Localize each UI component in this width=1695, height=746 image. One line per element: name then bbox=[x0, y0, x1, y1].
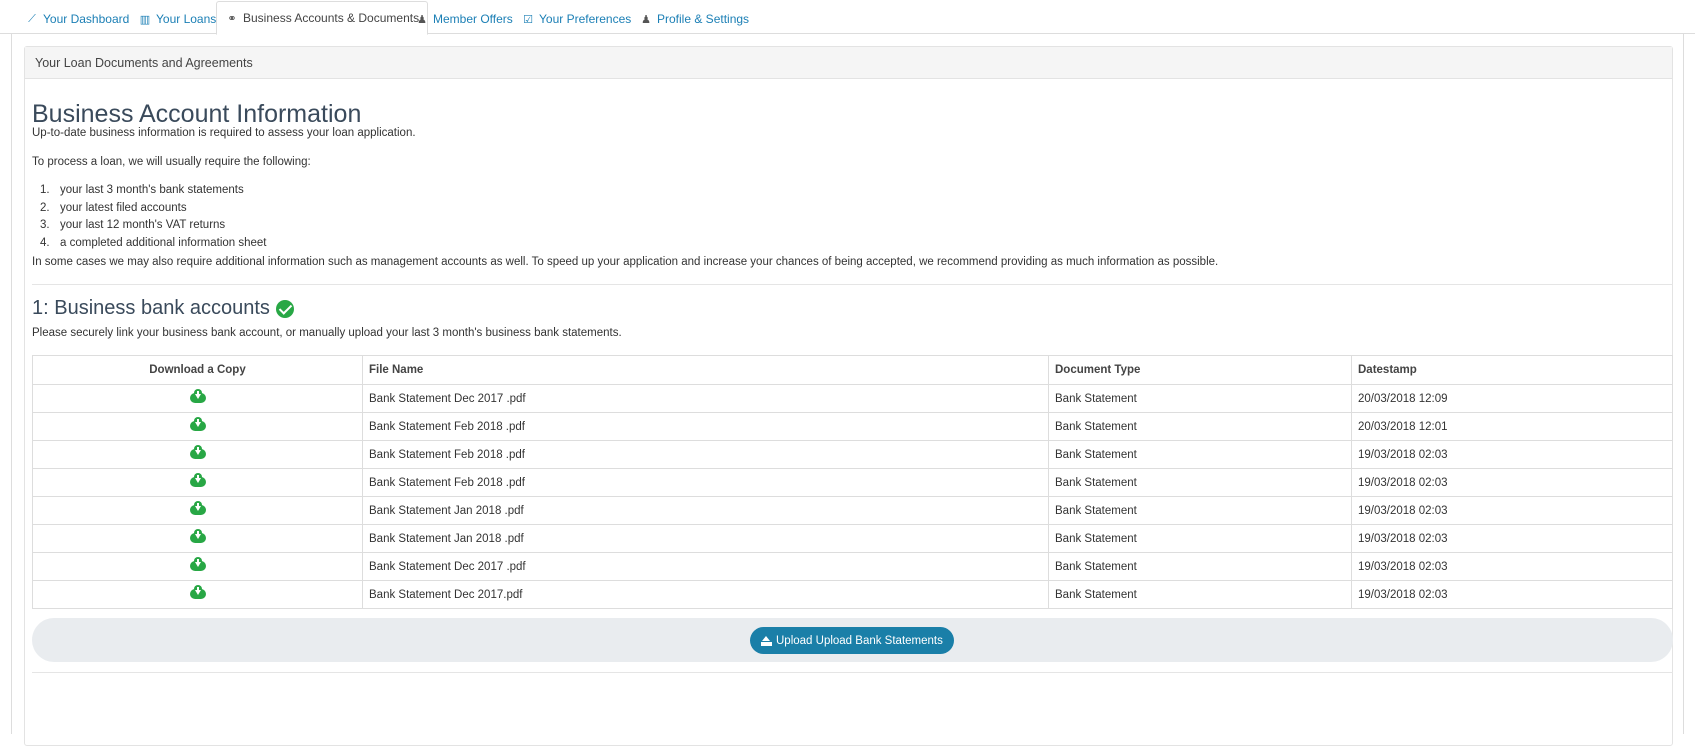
datestamp: 20/03/2018 12:09 bbox=[1351, 384, 1673, 413]
table-row: Bank Statement Feb 2018 .pdf Bank Stateme… bbox=[32, 468, 1673, 497]
cloud-download-icon[interactable] bbox=[189, 389, 206, 403]
additional-info-text: In some cases we may also require additi… bbox=[32, 256, 1219, 268]
datestamp: 19/03/2018 02:03 bbox=[1351, 496, 1673, 525]
document-type: Bank Statement bbox=[1048, 440, 1352, 469]
list-item: 1. your last 3 month's bank statements bbox=[40, 184, 244, 196]
table-row: Bank Statement Feb 2018 .pdf Bank Stateme… bbox=[32, 412, 1673, 441]
download-cell bbox=[32, 440, 363, 469]
file-name: Bank Statement Dec 2017 .pdf bbox=[362, 384, 1049, 413]
list-item: 4. a completed additional information she… bbox=[40, 236, 267, 249]
cloud-download-icon[interactable] bbox=[189, 417, 206, 431]
building-icon: ▥ bbox=[139, 13, 151, 26]
process-text: To process a loan, we will usually requi… bbox=[32, 156, 311, 168]
file-name: Bank Statement Jan 2018 .pdf bbox=[362, 496, 1049, 525]
list-item: 2. your latest filed accounts bbox=[40, 201, 187, 214]
download-cell bbox=[32, 384, 363, 413]
tab-your-dashboard[interactable]: ⟋ Your Dashboard bbox=[17, 4, 137, 34]
column-header: Document Type bbox=[1048, 355, 1352, 385]
upload-icon bbox=[761, 635, 772, 646]
column-header: Datestamp bbox=[1351, 355, 1673, 385]
document-type: Bank Statement bbox=[1048, 384, 1352, 413]
download-cell bbox=[32, 468, 363, 497]
table-row: Bank Statement Jan 2018 .pdf Bank Stateme… bbox=[32, 524, 1673, 553]
panel-heading: Your Loan Documents and Agreements bbox=[25, 47, 1672, 79]
datestamp: 19/03/2018 02:03 bbox=[1351, 552, 1673, 581]
intro-text: Up-to-date business information is requi… bbox=[32, 127, 416, 139]
datestamp: 19/03/2018 02:03 bbox=[1351, 468, 1673, 497]
tab-profile-settings[interactable]: ♟ Profile & Settings bbox=[631, 4, 757, 34]
table-row: Bank Statement Dec 2017.pdf Bank Statemen… bbox=[32, 580, 1673, 609]
requirements-list: 1. your last 3 month's bank statements 2.… bbox=[32, 184, 267, 254]
table-row: Bank Statement Dec 2017 .pdf Bank Stateme… bbox=[32, 384, 1673, 413]
datestamp: 19/03/2018 02:03 bbox=[1351, 524, 1673, 553]
datestamp: 20/03/2018 12:01 bbox=[1351, 412, 1673, 441]
file-name: Bank Statement Feb 2018 .pdf bbox=[362, 468, 1049, 497]
cloud-download-icon[interactable] bbox=[189, 501, 206, 515]
cloud-download-icon[interactable] bbox=[189, 445, 206, 459]
page-title: Business Account Information bbox=[32, 100, 362, 128]
document-type: Bank Statement bbox=[1048, 468, 1352, 497]
cloud-download-icon[interactable] bbox=[189, 585, 206, 599]
download-cell bbox=[32, 580, 363, 609]
tab-member-offers[interactable]: ♟ Member Offers bbox=[407, 4, 521, 34]
user-icon: ♟ bbox=[641, 13, 651, 26]
download-cell bbox=[32, 524, 363, 553]
column-header: File Name bbox=[362, 355, 1049, 385]
column-header: Download a Copy bbox=[32, 355, 363, 385]
download-cell bbox=[32, 552, 363, 581]
document-type: Bank Statement bbox=[1048, 496, 1352, 525]
tab-business-accounts-documents[interactable]: ⚭ Business Accounts & Documents bbox=[216, 1, 429, 35]
cloud-download-icon[interactable] bbox=[189, 557, 206, 571]
check-circle-icon bbox=[275, 299, 294, 318]
check-square-icon: ☑ bbox=[523, 13, 533, 26]
file-name: Bank Statement Jan 2018 .pdf bbox=[362, 524, 1049, 553]
divider bbox=[32, 284, 1673, 285]
file-name: Bank Statement Dec 2017 .pdf bbox=[362, 552, 1049, 581]
datestamp: 19/03/2018 02:03 bbox=[1351, 580, 1673, 609]
tab-your-loans[interactable]: ▥ Your Loans bbox=[130, 4, 224, 34]
table-row: Bank Statement Dec 2017 .pdf Bank Stateme… bbox=[32, 552, 1673, 581]
divider bbox=[32, 672, 1673, 673]
upload-bar: Upload Upload Bank Statements bbox=[32, 618, 1673, 662]
table-row: Bank Statement Feb 2018 .pdf Bank Stateme… bbox=[32, 440, 1673, 469]
documents-table: Download a Copy File Name Document Type … bbox=[32, 355, 1673, 609]
section-title: 1: Business bank accounts bbox=[32, 297, 294, 320]
link-icon: ⚭ bbox=[227, 12, 237, 25]
download-cell bbox=[32, 496, 363, 525]
tab-content: Your Loan Documents and Agreements Busin… bbox=[11, 34, 1684, 746]
section-description: Please securely link your business bank … bbox=[32, 327, 622, 339]
file-name: Bank Statement Feb 2018 .pdf bbox=[362, 412, 1049, 441]
tab-your-preferences[interactable]: ☑ Your Preferences bbox=[513, 4, 639, 34]
cloud-download-icon[interactable] bbox=[189, 529, 206, 543]
document-type: Bank Statement bbox=[1048, 412, 1352, 441]
document-type: Bank Statement bbox=[1048, 524, 1352, 553]
nav-tabs: ⟋ Your Dashboard ▥ Your Loans ⚭ Business… bbox=[0, 0, 1695, 35]
upload-bank-statements-button[interactable]: Upload Upload Bank Statements bbox=[750, 627, 954, 654]
datestamp: 19/03/2018 02:03 bbox=[1351, 440, 1673, 469]
download-cell bbox=[32, 412, 363, 441]
table-row: Bank Statement Jan 2018 .pdf Bank Stateme… bbox=[32, 496, 1673, 525]
file-name: Bank Statement Dec 2017.pdf bbox=[362, 580, 1049, 609]
line-chart-icon: ⟋ bbox=[28, 12, 36, 25]
table-header-row: Download a Copy File Name Document Type … bbox=[32, 355, 1673, 385]
document-type: Bank Statement bbox=[1048, 552, 1352, 581]
list-item: 3. your last 12 month's VAT returns bbox=[40, 219, 226, 231]
file-name: Bank Statement Feb 2018 .pdf bbox=[362, 440, 1049, 469]
document-type: Bank Statement bbox=[1048, 580, 1352, 609]
user-icon: ♟ bbox=[417, 13, 427, 26]
cloud-download-icon[interactable] bbox=[189, 473, 206, 487]
